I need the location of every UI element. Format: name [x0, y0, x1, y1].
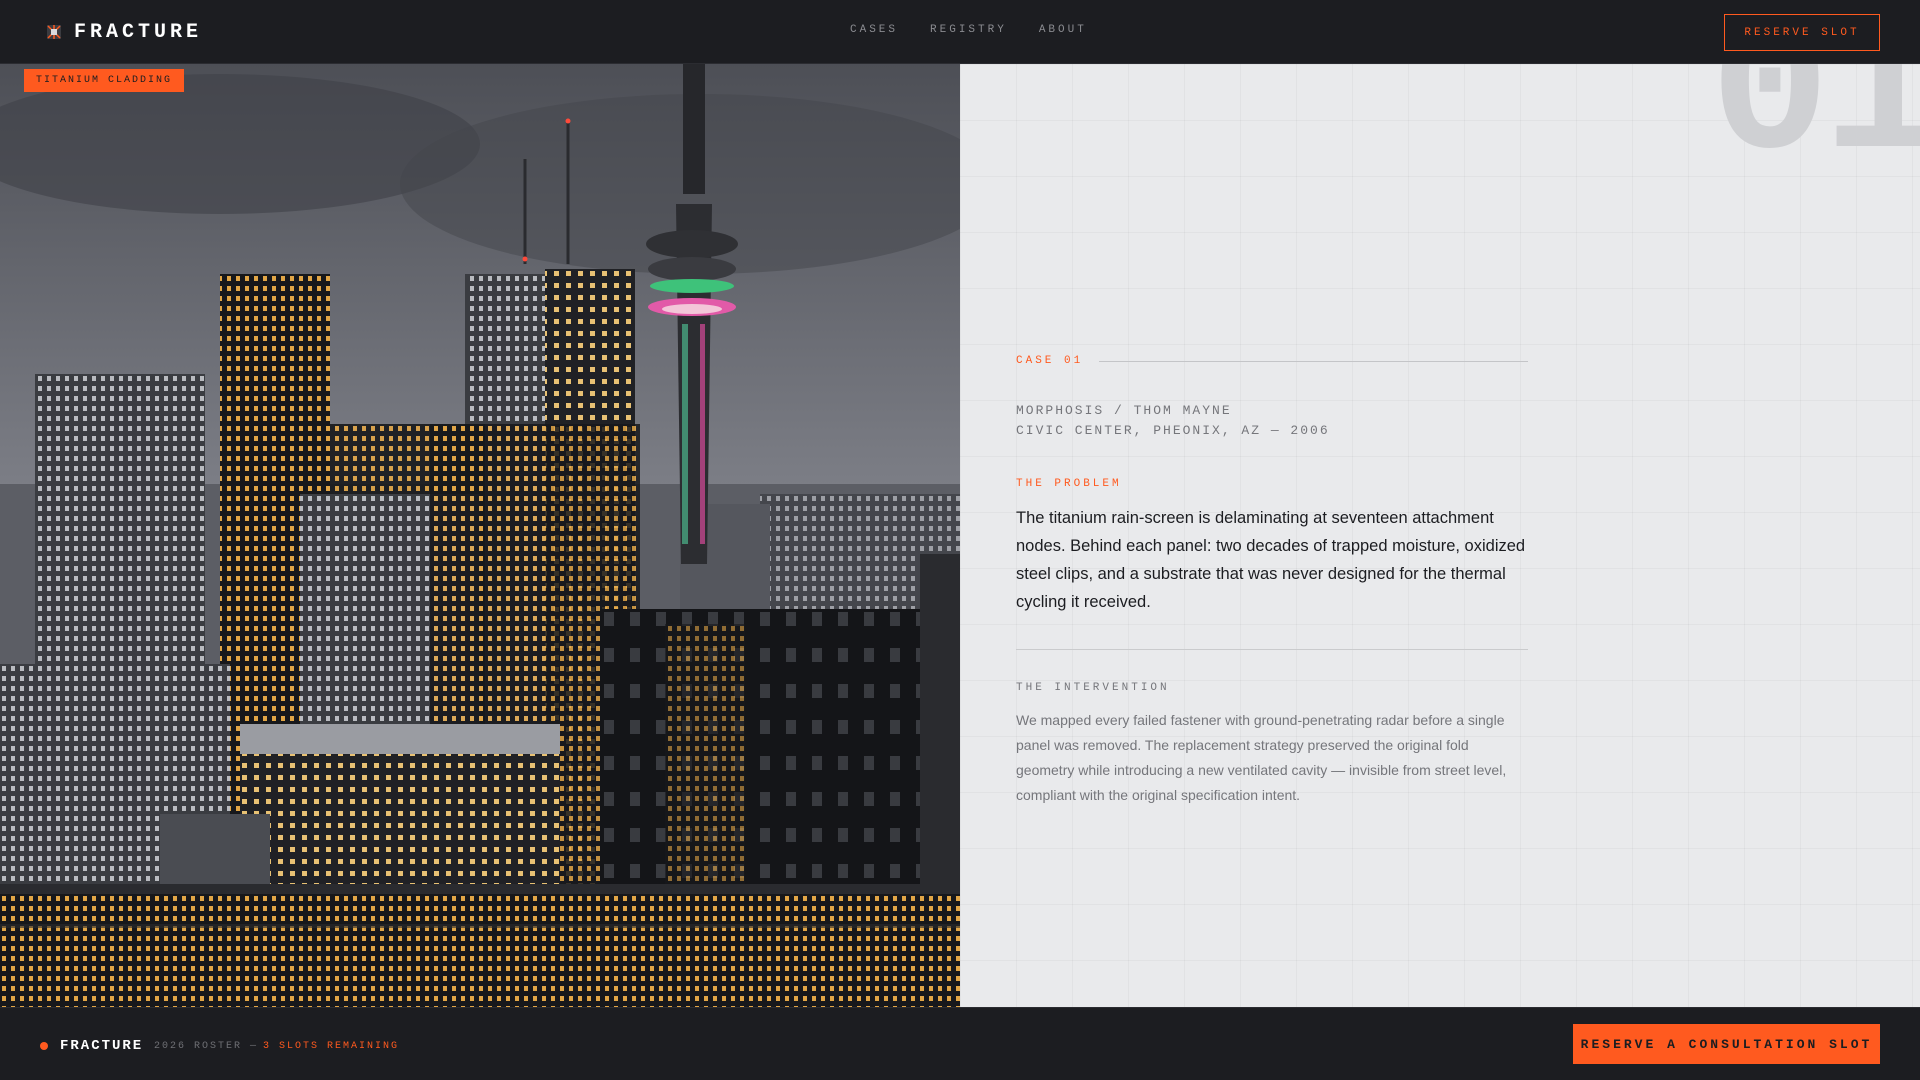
brand-name: FRACTURE	[74, 20, 203, 44]
case-number-watermark: 01	[1710, 64, 1920, 207]
top-navigation-bar: FRACTURE CASES REGISTRY ABOUT RESERVE SL…	[0, 0, 1920, 64]
case-meta: MORPHOSIS / THOM MAYNE CIVIC CENTER, PHE…	[1016, 401, 1330, 441]
case-detail-panel: 01 CASE 01 MORPHOSIS / THOM MAYNE CIVIC …	[960, 64, 1920, 1007]
nav-item-about[interactable]: ABOUT	[1039, 24, 1087, 36]
nav-item-cases[interactable]: CASES	[850, 24, 898, 36]
problem-text: The titanium rain-screen is delaminating…	[1016, 509, 1526, 611]
fracture-logo-icon	[47, 25, 61, 39]
sticky-footer-bar: FRACTURE 2026 ROSTER — 3 SLOTS REMAINING…	[0, 1007, 1920, 1080]
nav-item-registry[interactable]: REGISTRY	[930, 24, 1007, 36]
skyline-illustration	[0, 64, 960, 1007]
section-divider	[1016, 649, 1528, 650]
case-architect: MORPHOSIS / THOM MAYNE	[1016, 403, 1232, 418]
case-rule	[1099, 360, 1528, 362]
image-tag: TITANIUM CLADDING	[24, 69, 185, 92]
case-header: CASE 01	[1016, 355, 1528, 367]
reserve-slot-button[interactable]: RESERVE SLOT	[1724, 14, 1880, 51]
footer-brand: FRACTURE	[60, 1038, 144, 1054]
footer-roster: 2026 ROSTER —	[154, 1041, 259, 1052]
intervention-label: THE INTERVENTION	[1016, 682, 1170, 694]
case-label: CASE 01	[1016, 355, 1084, 367]
main-nav: CASES REGISTRY ABOUT	[850, 24, 1087, 36]
city-skyline-photo: TITANIUM CLADDING	[0, 64, 960, 1007]
footer-slots-remaining: 3 SLOTS REMAINING	[263, 1041, 400, 1052]
reserve-consultation-button[interactable]: RESERVE A CONSULTATION SLOT	[1573, 1024, 1880, 1064]
intervention-text: We mapped every failed fastener with gro…	[1016, 712, 1507, 803]
brand-logo[interactable]: FRACTURE	[46, 18, 202, 46]
status-dot-icon	[40, 1042, 48, 1050]
problem-label: THE PROBLEM	[1016, 478, 1122, 490]
case-location: CIVIC CENTER, PHEONIX, AZ — 2006	[1016, 423, 1330, 438]
